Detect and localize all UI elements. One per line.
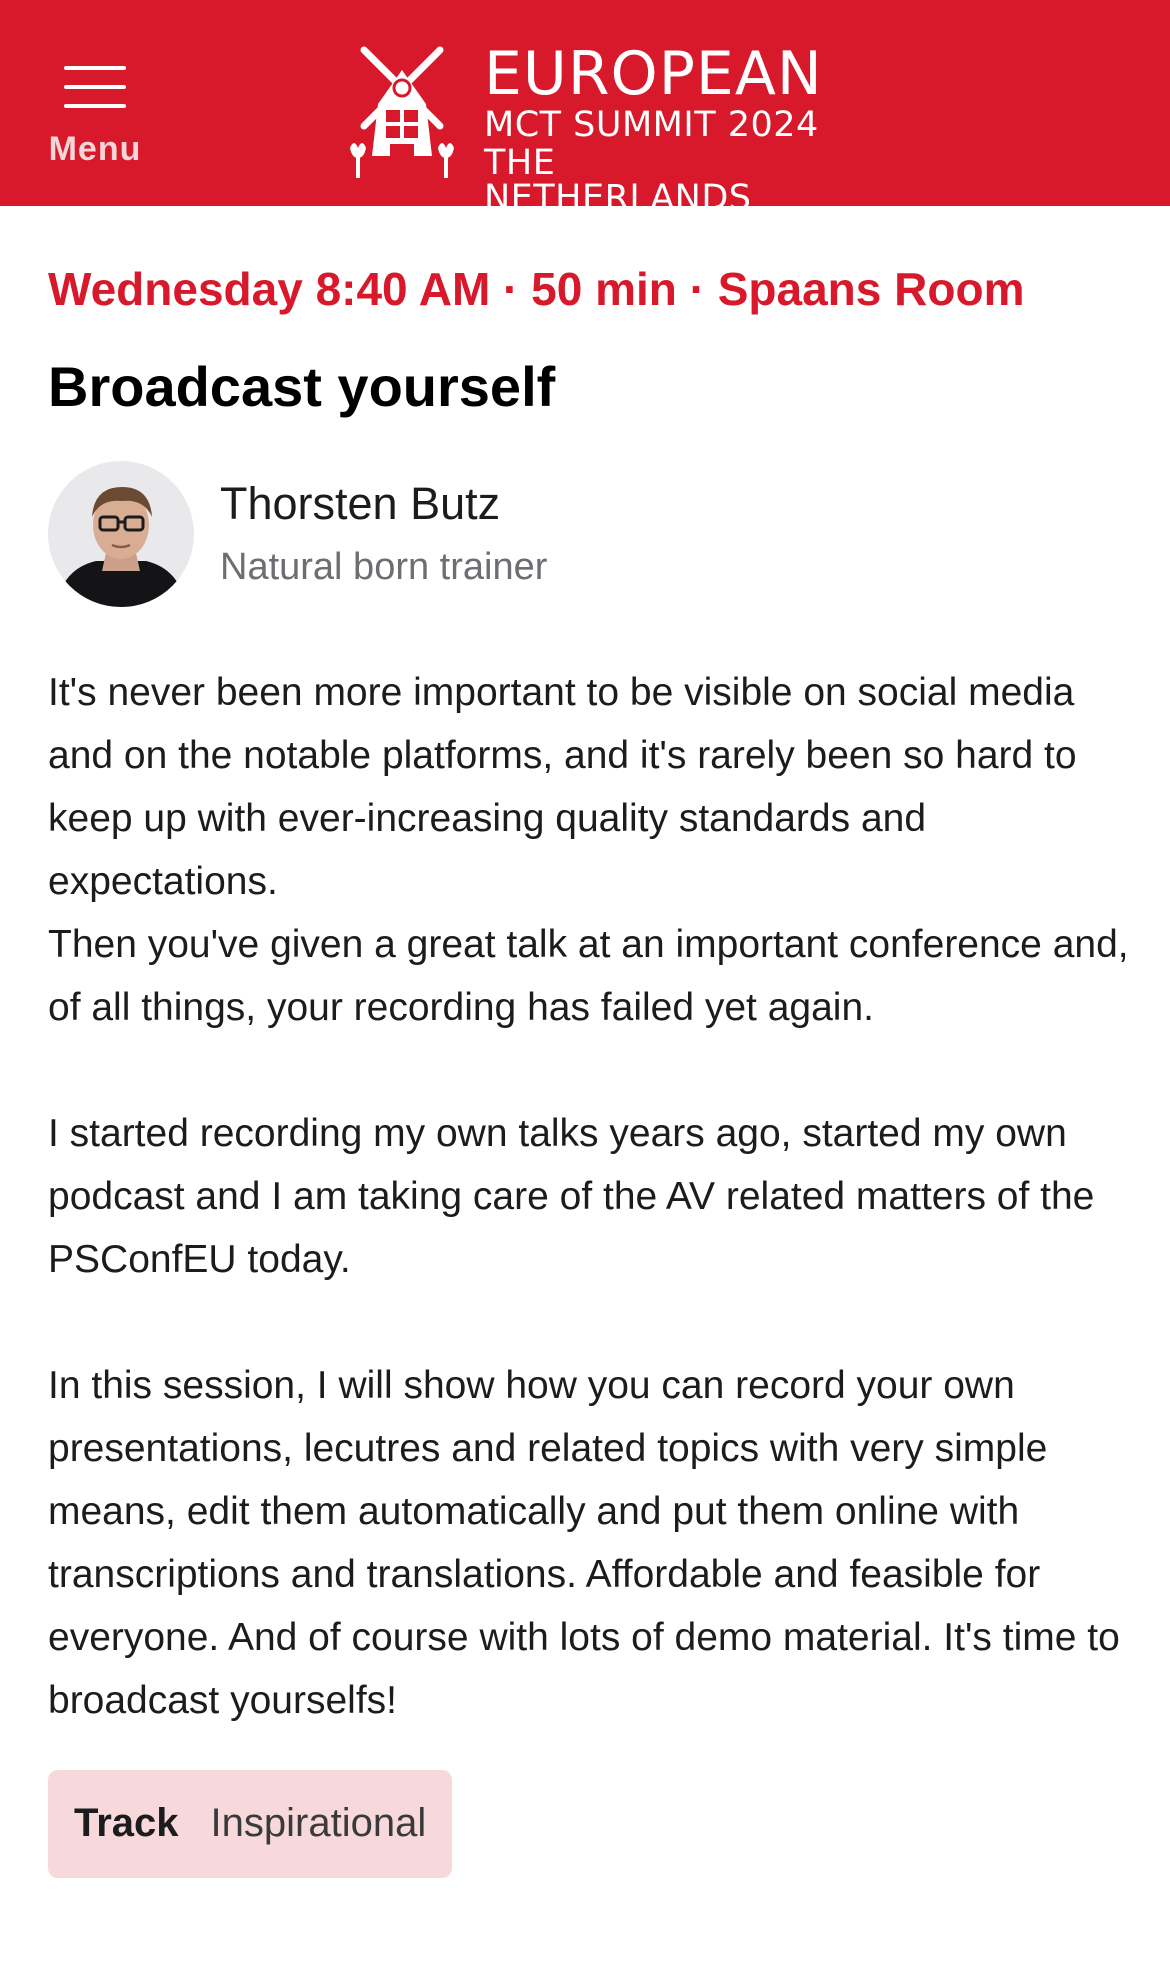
hamburger-icon	[64, 66, 126, 108]
session-title: Broadcast yourself	[48, 354, 556, 418]
menu-label: Menu	[48, 130, 142, 168]
session-description: It's never been more important to be vis…	[48, 661, 1138, 1732]
track-label: Track	[74, 1801, 179, 1846]
description-paragraph: It's never been more important to be vis…	[48, 670, 1129, 1029]
session-meta: Wednesday 8:40 AM · 50 min · Spaans Room	[48, 263, 1025, 315]
session-detail: Wednesday 8:40 AM · 50 min · Spaans Room…	[48, 206, 1138, 1878]
description-paragraph: In this session, I will show how you can…	[48, 1363, 1120, 1722]
speaker-name: Thorsten Butz	[220, 478, 501, 530]
speaker-card[interactable]: Thorsten Butz Natural born trainer	[48, 460, 1138, 607]
logo-title: EUROPEAN	[484, 39, 823, 109]
description-paragraph: I started recording my own talks years a…	[48, 1111, 1095, 1281]
speaker-avatar	[48, 460, 194, 607]
track-value: Inspirational	[210, 1801, 427, 1846]
menu-button[interactable]: Menu	[34, 56, 156, 176]
event-logo[interactable]: EUROPEAN MCT SUMMIT 2024 THE NETHERLANDS	[346, 44, 826, 216]
speaker-tagline: Natural born trainer	[220, 546, 548, 589]
track-badge[interactable]: Track Inspirational	[48, 1769, 453, 1878]
app-header: Menu EUROPEAN MCT SUMMIT 2024 THE NETHER…	[0, 0, 1170, 216]
speaker-info: Thorsten Butz Natural born trainer	[220, 477, 547, 591]
logo-wordmark: EUROPEAN MCT SUMMIT 2024 THE NETHERLANDS	[484, 44, 826, 216]
logo-subtitle: MCT SUMMIT 2024	[484, 105, 819, 145]
windmill-logo-icon	[350, 46, 454, 178]
